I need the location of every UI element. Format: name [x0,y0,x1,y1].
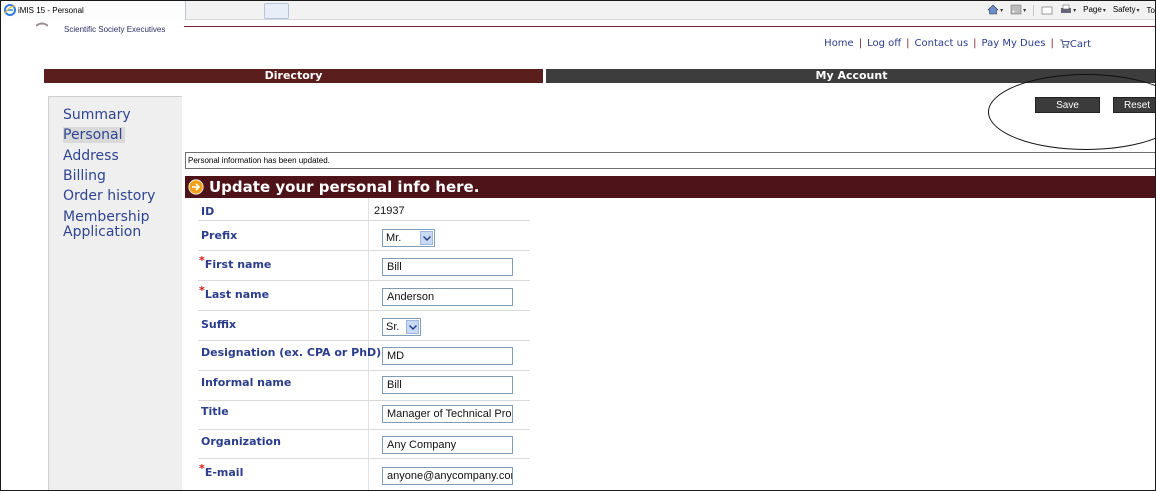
required-marker: * [199,254,205,267]
link-separator: | [906,38,910,49]
email-label: * E-mail [199,462,244,479]
required-marker: * [199,284,205,297]
id-label: ID [201,205,215,218]
sidebar-item-personal[interactable]: Personal [63,127,125,143]
form-row-last-name: * Last name Anderson [198,281,530,311]
safety-menu[interactable]: Safety▾ [1113,1,1140,21]
form-row-designation: Designation (ex. CPA or PhD) MD [198,341,530,371]
browser-tab-title: iMIS 15 - Personal [18,6,84,15]
printer-icon [1061,5,1072,14]
last-name-input[interactable]: Anderson [382,288,513,306]
last-name-label: * Last name [199,284,270,301]
tools-menu[interactable]: To [1147,1,1155,20]
top-links: Home | Log off | Contact us | Pay My Due… [824,38,1091,50]
ie-logo-icon [4,4,16,16]
link-separator: | [858,38,863,49]
browser-tab-bar: iMIS 15 - Personal ▾ ▾ ▾ Page▾ Safety▾ T… [1,1,1155,21]
society-name: Scientific Society Executives [64,25,166,34]
link-separator: | [973,38,977,49]
chevron-down-icon [406,320,419,334]
form-row-title: Title Manager of Technical Prog [198,401,530,430]
page-menu[interactable]: Page▾ [1083,1,1106,21]
designation-label: Designation (ex. CPA or PhD) [201,346,382,359]
sidebar-item-application[interactable]: Application [63,224,141,240]
prefix-label: Prefix [201,229,238,242]
sidebar-item-address[interactable]: Address [63,148,119,164]
sidebar-item-order-history[interactable]: Order history [63,188,155,204]
prefix-select[interactable]: Mr. [382,229,435,247]
form-row-email: * E-mail anyone@anycompany.cor [198,459,530,490]
pay-my-dues-link[interactable]: Pay My Dues [982,38,1046,50]
title-input[interactable]: Manager of Technical Prog [382,405,513,423]
feeds-command[interactable]: ▾ [1010,1,1026,21]
id-value: 21937 [374,205,405,217]
reset-button[interactable]: Reset [1113,97,1155,113]
home-command[interactable]: ▾ [987,1,1003,21]
organization-input[interactable]: Any Company [382,436,513,454]
sidebar: Summary Personal Address Billing Order h… [48,96,182,490]
organization-label: Organization [201,435,281,448]
command-separator [1033,5,1035,16]
form-row-first-name: * First name Bill [198,251,530,281]
contact-us-link[interactable]: Contact us [915,38,969,50]
first-name-label: * First name [199,254,272,271]
rss-feed-icon [1010,5,1022,15]
screenshot-frame: iMIS 15 - Personal ▾ ▾ ▾ Page▾ Safety▾ T… [0,0,1156,491]
informal-name-input[interactable]: Bill [382,376,513,394]
title-label: Title [201,405,229,418]
section-header: Update your personal info here. [185,176,1155,198]
form-row-id: ID 21937 [198,201,530,221]
sidebar-item-billing[interactable]: Billing [63,168,106,184]
home-icon [987,4,999,15]
form-row-organization: Organization Any Company [198,430,530,459]
form-row-prefix: Prefix Mr. [198,221,530,251]
prefix-selected: Mr. [386,232,402,244]
browser-command-bar: ▾ ▾ ▾ Page▾ Safety▾ To [987,1,1155,21]
first-name-input[interactable]: Bill [382,258,513,276]
suffix-label: Suffix [201,318,237,331]
cart-icon [1059,39,1070,48]
header-rule [184,26,1155,27]
sidebar-item-summary[interactable]: Summary [63,107,131,123]
nav-my-account[interactable]: My Account [546,69,1155,83]
arrow-right-icon [188,179,204,195]
form-row-suffix: Suffix Sr. [198,311,530,341]
log-off-link[interactable]: Log off [867,38,901,50]
suffix-select[interactable]: Sr. [382,318,421,336]
section-title: Update your personal info here. [209,178,480,196]
mail-command[interactable] [1041,1,1053,20]
society-logo-icon [36,22,48,27]
cart-link[interactable]: Cart [1059,38,1091,50]
chevron-down-icon [420,231,433,245]
link-separator: | [1050,38,1054,49]
suffix-selected: Sr. [386,321,400,333]
nav-directory[interactable]: Directory [44,69,543,83]
home-link[interactable]: Home [824,38,854,50]
sidebar-item-membership[interactable]: Membership [63,209,150,225]
informal-name-label: Informal name [201,376,292,389]
mail-icon [1041,7,1053,15]
print-command[interactable]: ▾ [1060,1,1076,21]
browser-tab[interactable]: iMIS 15 - Personal [1,1,186,20]
required-marker: * [199,462,205,475]
designation-input[interactable]: MD [382,347,513,365]
new-tab-button[interactable] [264,3,289,19]
status-message: Personal information has been updated. [185,152,1155,169]
save-button[interactable]: Save [1035,97,1100,113]
email-input[interactable]: anyone@anycompany.cor [382,467,513,485]
form-row-informal-name: Informal name Bill [198,371,530,401]
